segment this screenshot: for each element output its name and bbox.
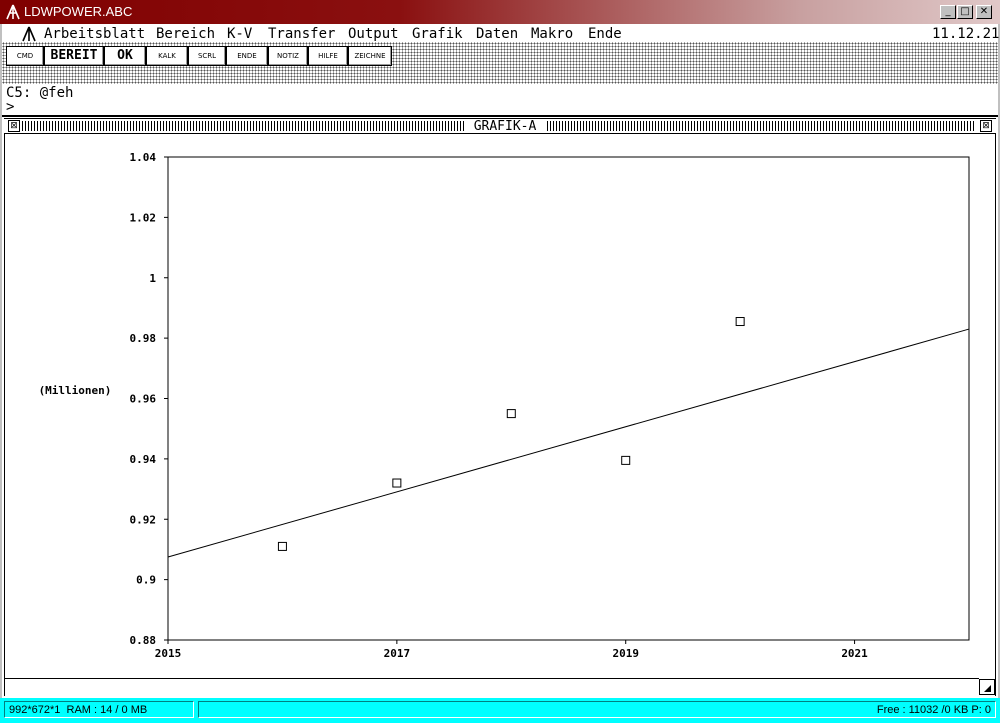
y-axis-label: (Millionen) — [39, 384, 112, 397]
graph-window-titlebar[interactable]: ⊠ GRAFIK-A ⊠ — [4, 118, 996, 134]
y-tick-label: 0.98 — [130, 332, 157, 345]
minimize-button[interactable]: _ — [940, 5, 956, 19]
cmd-button[interactable]: CMD — [6, 46, 44, 66]
kalk-button[interactable]: KALK — [146, 46, 188, 66]
x-tick-label: 2017 — [384, 647, 411, 660]
data-point — [621, 455, 631, 465]
graph-window: (Millionen) 0.88 0.9 0.92 0.94 0.96 0.98 1 1.02… — [4, 134, 996, 696]
x-tick-label: 2019 — [612, 647, 639, 660]
window-title: LDWPOWER.ABC — [24, 4, 133, 19]
y-tick-label: 0.92 — [130, 513, 157, 526]
status-bereit-indicator: BEREIT — [44, 46, 104, 66]
menu-daten[interactable]: Daten — [476, 24, 518, 44]
app-logo-icon[interactable] — [4, 3, 22, 21]
status-bar: 992*672*1 RAM : 14 / 0 MB Free : 11032 /… — [0, 698, 1000, 723]
x-tick-label: 2021 — [841, 647, 868, 660]
scrl-button[interactable]: SCRL — [188, 46, 226, 66]
ende-button[interactable]: ENDE — [226, 46, 268, 66]
hilfe-button[interactable]: HILFE — [308, 46, 348, 66]
data-point — [277, 541, 287, 551]
graph-window-title: GRAFIK-A — [464, 119, 546, 134]
status-screen: 992*672*1 RAM : 14 / 0 MB — [4, 701, 194, 718]
chart: (Millionen) 0.88 0.9 0.92 0.94 0.96 0.98 1 1.02… — [39, 151, 970, 660]
resize-icon[interactable] — [980, 681, 994, 695]
x-tick-label: 2015 — [155, 647, 182, 660]
graph-zoom-icon[interactable]: ⊠ — [980, 120, 992, 132]
ok-button[interactable]: OK — [104, 46, 146, 66]
cell-reference: C5: @feh — [6, 85, 74, 101]
menu-makro[interactable]: Makro — [531, 24, 573, 44]
resize-corner[interactable] — [979, 679, 995, 695]
data-point — [735, 317, 745, 327]
menu-k-v[interactable]: K-V — [227, 24, 252, 44]
notiz-button[interactable]: NOTIZ — [268, 46, 308, 66]
menu-ende[interactable]: Ende — [588, 24, 622, 44]
y-tick-label: 1 — [149, 272, 156, 285]
status-screen-mode: 992*672*1 — [9, 704, 61, 716]
graph-bottom-divider — [4, 678, 979, 679]
plot-frame — [167, 156, 970, 641]
status-free: Free : 11032 /0 KB P: 0 — [198, 701, 996, 718]
y-tick-label: 0.94 — [130, 453, 157, 466]
y-tick-label: 1.04 — [130, 151, 157, 164]
y-tick-label: 0.9 — [136, 574, 156, 587]
zeichne-button[interactable]: ZEICHNE — [348, 46, 392, 66]
graph-close-icon[interactable]: ⊠ — [8, 120, 20, 132]
menu-output[interactable]: Output — [348, 24, 399, 44]
y-tick-label: 0.96 — [130, 393, 157, 406]
maximize-button[interactable]: □ — [957, 5, 973, 19]
status-ram: RAM : 14 / 0 MB — [66, 704, 148, 716]
menu-transfer[interactable]: Transfer — [268, 24, 335, 44]
menu-arbeitsblatt[interactable]: Arbeitsblatt — [44, 24, 145, 44]
date-display: 11.12.21 — [932, 26, 1000, 42]
menu-grafik[interactable]: Grafik — [412, 24, 463, 44]
data-point — [506, 409, 516, 419]
y-tick-label: 0.88 — [130, 634, 157, 647]
y-tick-label: 1.02 — [130, 211, 157, 224]
trend-line — [167, 328, 970, 558]
menu-bereich[interactable]: Bereich — [156, 24, 215, 44]
menu-bar: Arbeitsblatt Bereich K-V Transfer Output… — [2, 24, 1000, 44]
input-prompt[interactable]: > — [6, 99, 14, 115]
data-point — [392, 478, 402, 488]
formula-bar[interactable]: C5: @feh > — [2, 84, 998, 117]
toolbar: CMD BEREIT OK KALK SCRL ENDE NOTIZ HILFE… — [2, 42, 998, 84]
title-bar: LDWPOWER.ABC _ □ ✕ — [0, 0, 1000, 24]
system-menu-icon[interactable] — [20, 26, 38, 42]
close-button[interactable]: ✕ — [976, 5, 992, 19]
